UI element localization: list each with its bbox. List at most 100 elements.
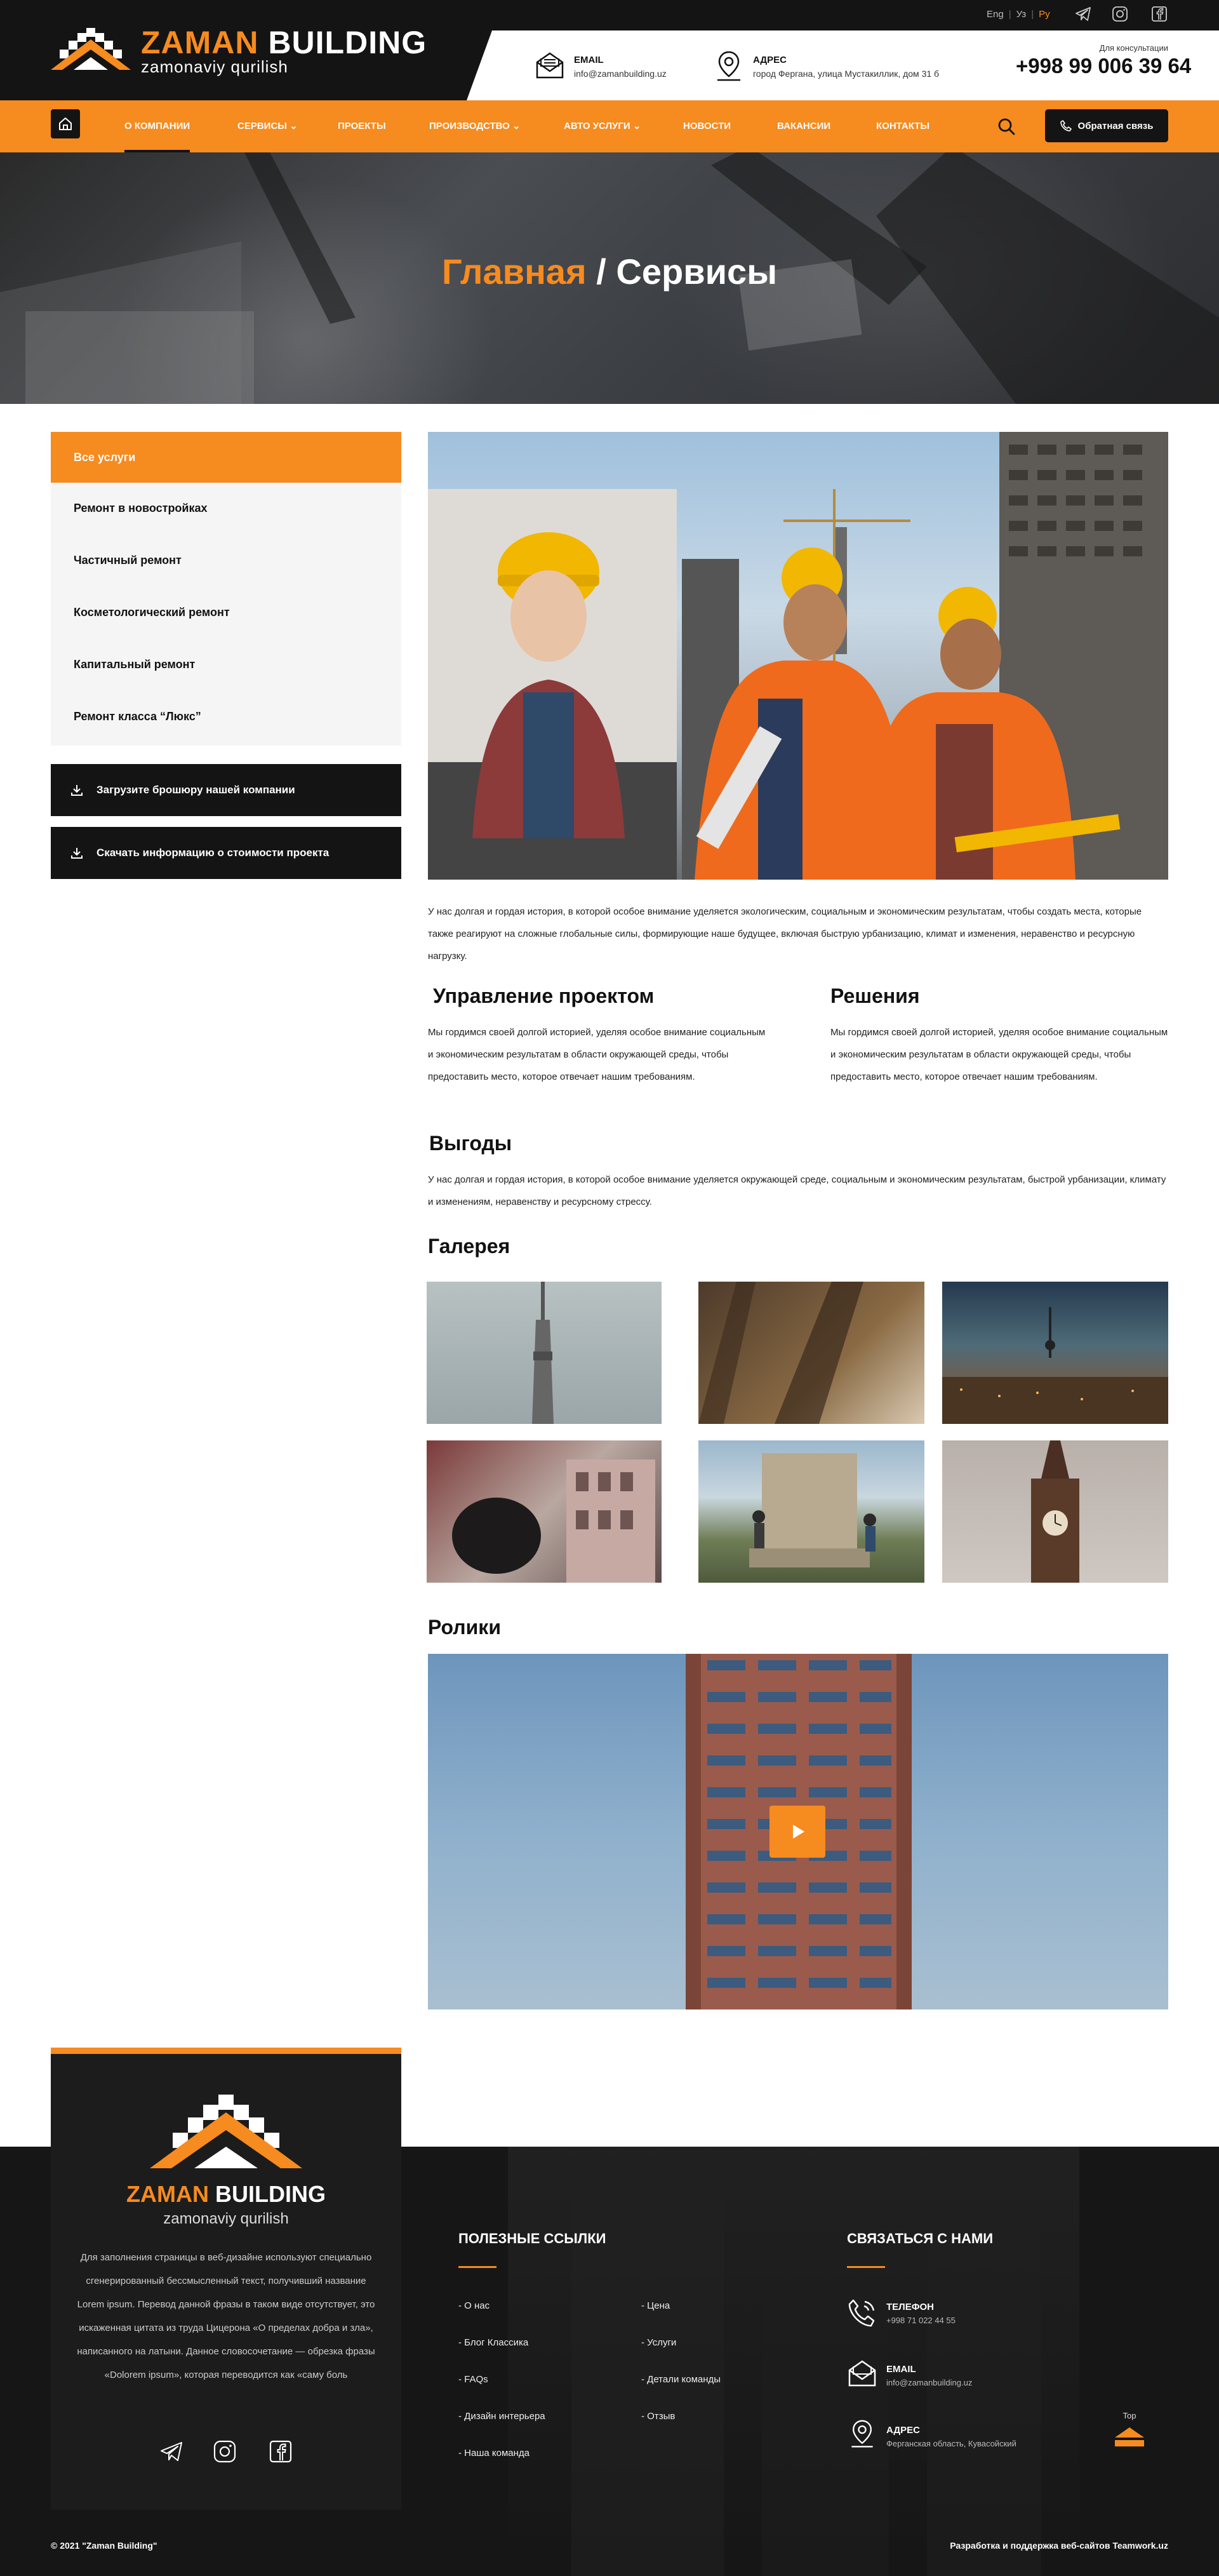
- telegram-icon[interactable]: [1074, 5, 1092, 23]
- brand-name-main: BUILDING: [268, 25, 427, 60]
- footer-links-underline: [458, 2266, 496, 2268]
- footer-link-about[interactable]: - О нас: [458, 2300, 490, 2311]
- footer-email-value[interactable]: info@zamanbuilding.uz: [886, 2378, 972, 2387]
- download-cost-label: Скачать информацию о стоимости проекта: [97, 847, 330, 859]
- city-skyline-photo: [942, 1307, 1168, 1424]
- gallery-image-monument[interactable]: [698, 1440, 924, 1583]
- facebook-icon[interactable]: [1150, 5, 1168, 23]
- brand-name: ZAMAN BUILDING: [141, 24, 427, 61]
- header-email-value: info@zamanbuilding.uz: [574, 69, 667, 79]
- nav-production[interactable]: ПРОИЗВОДСТВО ⌄: [429, 100, 521, 152]
- footer-tagline: zamonaviy qurilish: [163, 2210, 289, 2227]
- service-main-image: [428, 432, 1168, 880]
- project-management-text: Мы гордимся своей долгой историей, уделя…: [428, 1027, 766, 1082]
- nav-services-label: СЕРВИСЫ: [237, 121, 287, 131]
- site-logo[interactable]: ZAMAN BUILDING zamonaviy qurilish: [51, 24, 457, 76]
- footer-phone-label: ТЕЛЕФОН: [886, 2302, 934, 2312]
- nav-projects[interactable]: ПРОЕКТЫ: [338, 100, 386, 152]
- chevron-down-icon: ⌄: [512, 121, 521, 131]
- footer-contact-title: СВЯЗАТЬСЯ С НАМИ: [847, 2231, 994, 2246]
- footer-about-text: Для заполнения страницы в веб-дизайне ис…: [77, 2252, 375, 2380]
- download-brochure-button[interactable]: Загрузите брошюру нашей компании: [51, 764, 401, 816]
- footer-link-price[interactable]: - Цена: [641, 2300, 670, 2311]
- developer-credit[interactable]: Разработка и поддержка веб-сайтов Teamwo…: [950, 2540, 1168, 2551]
- telegram-icon[interactable]: [159, 2439, 184, 2464]
- footer-link-services[interactable]: - Услуги: [641, 2337, 676, 2348]
- footer-logo-icon: [150, 2095, 302, 2168]
- instagram-icon[interactable]: [1111, 5, 1129, 23]
- project-management-title: Управление проектом: [433, 984, 655, 1007]
- play-icon: [793, 1825, 804, 1839]
- feedback-label: Обратная связь: [1077, 120, 1154, 131]
- sidebar-item-cosmetic-repair[interactable]: Косметологический ремонт: [51, 587, 401, 638]
- download-cost-button[interactable]: Скачать информацию о стоимости проекта: [51, 827, 401, 879]
- footer-link-faqs[interactable]: - FAQs: [458, 2374, 488, 2385]
- lang-divider: |: [1008, 9, 1011, 20]
- instagram-icon[interactable]: [212, 2439, 237, 2464]
- monument-photo: [749, 1453, 876, 1567]
- footer-links-title: ПОЛЕЗНЫЕ ССЫЛКИ: [458, 2231, 606, 2246]
- nav-projects-label: ПРОЕКТЫ: [338, 121, 386, 131]
- header-address-label: АДРЕС: [753, 55, 787, 65]
- solutions-text: Мы гордимся своей долгой историей, уделя…: [830, 1027, 1168, 1082]
- chevron-down-icon: ⌄: [290, 121, 298, 131]
- sidebar-item-new-buildings[interactable]: Ремонт в новостройках: [51, 483, 401, 533]
- brand-name-accent: ZAMAN: [141, 25, 259, 60]
- clock-tower-photo: [1031, 1440, 1079, 1583]
- back-to-top-button[interactable]: Top: [1114, 2411, 1145, 2452]
- footer-link-interior[interactable]: - Дизайн интерьера: [458, 2411, 545, 2422]
- home-button[interactable]: [51, 109, 80, 138]
- phone-icon: [848, 2299, 875, 2327]
- footer-address-value: Ферганская область, Кувасойский: [886, 2439, 1016, 2448]
- chevron-down-icon: ⌄: [632, 121, 641, 131]
- nav-contacts[interactable]: КОНТАКТЫ: [876, 100, 929, 152]
- location-pin-icon: [851, 2420, 873, 2448]
- lang-eng[interactable]: Eng: [987, 9, 1004, 20]
- gallery-image-tower[interactable]: [427, 1282, 662, 1424]
- sidebar-item-capital-repair[interactable]: Капитальный ремонт: [51, 639, 401, 690]
- arrow-up-icon: [1115, 2427, 1144, 2446]
- footer-phone-value[interactable]: +998 71 022 44 55: [886, 2316, 956, 2325]
- nav-news[interactable]: НОВОСТИ: [683, 100, 731, 152]
- footer-email-label: EMAIL: [886, 2364, 916, 2375]
- gallery-image-clock-tower[interactable]: [942, 1440, 1168, 1583]
- sidebar-item-all-services[interactable]: Все услуги: [51, 432, 401, 483]
- nav-vacancies[interactable]: ВАКАНСИИ: [777, 100, 830, 152]
- lang-ru[interactable]: Ру: [1039, 9, 1050, 20]
- language-switcher: Eng | Уз | Ру: [987, 9, 1050, 20]
- header-phone[interactable]: Для консультации +998 99 006 39 64: [1016, 43, 1191, 78]
- nav-services[interactable]: СЕРВИСЫ ⌄: [237, 100, 298, 152]
- services-sidebar: Все услуги Ремонт в новостройках Частичн…: [51, 432, 401, 746]
- facebook-icon[interactable]: [268, 2439, 293, 2464]
- nav-production-label: ПРОИЗВОДСТВО: [429, 121, 510, 131]
- location-pin-icon: [717, 51, 740, 81]
- tv-tower-photo: [532, 1282, 554, 1424]
- footer-brand-name: ZAMAN BUILDING: [51, 2181, 401, 2208]
- nav-about[interactable]: О КОМПАНИИ: [124, 100, 190, 152]
- search-icon[interactable]: [997, 117, 1016, 136]
- footer-brand-main: BUILDING: [215, 2181, 326, 2207]
- sidebar-item-luxury-repair[interactable]: Ремонт класса “Люкс”: [51, 691, 401, 742]
- gallery-image-ornate-building[interactable]: [427, 1440, 662, 1583]
- download-brochure-label: Загрузите брошюру нашей компании: [97, 784, 295, 796]
- gallery-image-building-up[interactable]: [698, 1282, 924, 1424]
- ornate-facade-photo: [452, 1459, 655, 1583]
- solutions-title: Решения: [830, 984, 920, 1007]
- videos-title: Ролики: [428, 1616, 501, 1639]
- feedback-button[interactable]: Обратная связь: [1045, 109, 1168, 142]
- breadcrumb-current: Сервисы: [616, 252, 778, 292]
- nav-auto-services[interactable]: АВТО УСЛУГИ ⌄: [564, 100, 641, 152]
- email-icon: [536, 52, 564, 79]
- header-address-value: город Фергана, улица Мустакиллик, дом 31…: [753, 69, 940, 79]
- footer-link-team-details[interactable]: - Детали команды: [641, 2374, 721, 2385]
- benefits-text: У нас долгая и гордая история, в которой…: [428, 1174, 1166, 1207]
- sidebar-item-partial-repair[interactable]: Частичный ремонт: [51, 535, 401, 586]
- footer-link-blog[interactable]: - Блог Классика: [458, 2337, 528, 2348]
- play-button[interactable]: [769, 1806, 825, 1858]
- footer-link-review[interactable]: - Отзыв: [641, 2411, 675, 2422]
- lang-uz[interactable]: Уз: [1016, 9, 1027, 20]
- footer-link-team[interactable]: - Наша команда: [458, 2448, 530, 2459]
- breadcrumb-home[interactable]: Главная: [442, 252, 587, 292]
- gallery-image-city-evening[interactable]: [942, 1282, 1168, 1424]
- footer-brand-accent: ZAMAN: [126, 2181, 209, 2207]
